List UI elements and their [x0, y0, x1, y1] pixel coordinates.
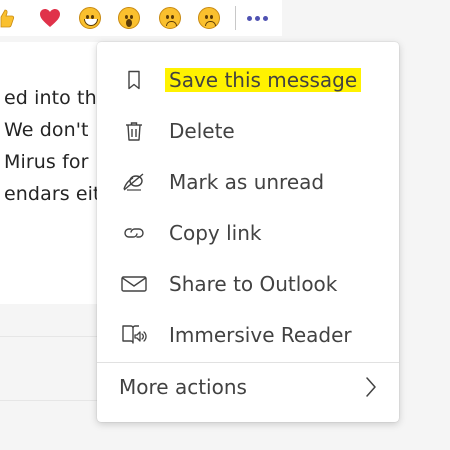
- menu-item-label: More actions: [119, 375, 247, 399]
- surprised-face-icon: [118, 7, 140, 29]
- menu-item-mark-unread[interactable]: Mark as unread: [97, 157, 399, 207]
- menu-item-share-outlook[interactable]: Share to Outlook: [97, 259, 399, 309]
- sad-reaction-button[interactable]: [157, 5, 183, 31]
- laugh-reaction-button[interactable]: [77, 5, 103, 31]
- like-reaction-button[interactable]: [0, 5, 18, 31]
- menu-item-label: Save this message: [165, 68, 362, 92]
- message-context-menu: Save this message Delete Mark as unread …: [97, 42, 399, 422]
- mail-icon: [119, 269, 149, 299]
- immersive-reader-icon: [119, 320, 149, 350]
- menu-item-label: Share to Outlook: [169, 272, 338, 296]
- surprised-reaction-button[interactable]: [116, 5, 142, 31]
- menu-item-more-actions[interactable]: More actions: [97, 362, 399, 412]
- menu-item-copy-link[interactable]: Copy link: [97, 208, 399, 258]
- teams-chat-view: ed into th We don't Mirus for endars eit…: [0, 0, 450, 450]
- heart-icon: [40, 9, 60, 27]
- unread-icon: [119, 167, 149, 197]
- menu-item-label: Delete: [169, 119, 235, 143]
- menu-item-save-message[interactable]: Save this message: [97, 55, 399, 105]
- message-line: Mirus for: [4, 151, 89, 173]
- trash-icon: [119, 116, 149, 146]
- chat-divider: [0, 400, 100, 401]
- chevron-right-icon: [361, 372, 381, 402]
- menu-item-label: Immersive Reader: [169, 323, 352, 347]
- link-icon: [119, 218, 149, 248]
- laughing-face-icon: [79, 7, 101, 29]
- menu-item-label: Mark as unread: [169, 170, 325, 194]
- menu-item-immersive-reader[interactable]: Immersive Reader: [97, 310, 399, 360]
- sad-face-icon: [159, 7, 181, 29]
- message-line: ed into th: [4, 87, 97, 109]
- angry-reaction-button[interactable]: [196, 5, 222, 31]
- message-line: We don't: [4, 119, 89, 141]
- reaction-bar: [0, 0, 282, 36]
- message-card: ed into th We don't Mirus for endars eit…: [0, 42, 113, 304]
- reaction-bar-divider: [235, 6, 236, 30]
- chat-divider: [0, 336, 100, 337]
- menu-item-label: Copy link: [169, 221, 262, 245]
- menu-item-delete[interactable]: Delete: [97, 106, 399, 156]
- angry-face-icon: [198, 7, 220, 29]
- more-options-button[interactable]: [240, 6, 274, 30]
- more-dots-icon: [246, 15, 252, 21]
- heart-reaction-button[interactable]: [37, 5, 63, 31]
- bookmark-icon: [119, 65, 149, 95]
- thumbs-up-icon: [0, 9, 15, 28]
